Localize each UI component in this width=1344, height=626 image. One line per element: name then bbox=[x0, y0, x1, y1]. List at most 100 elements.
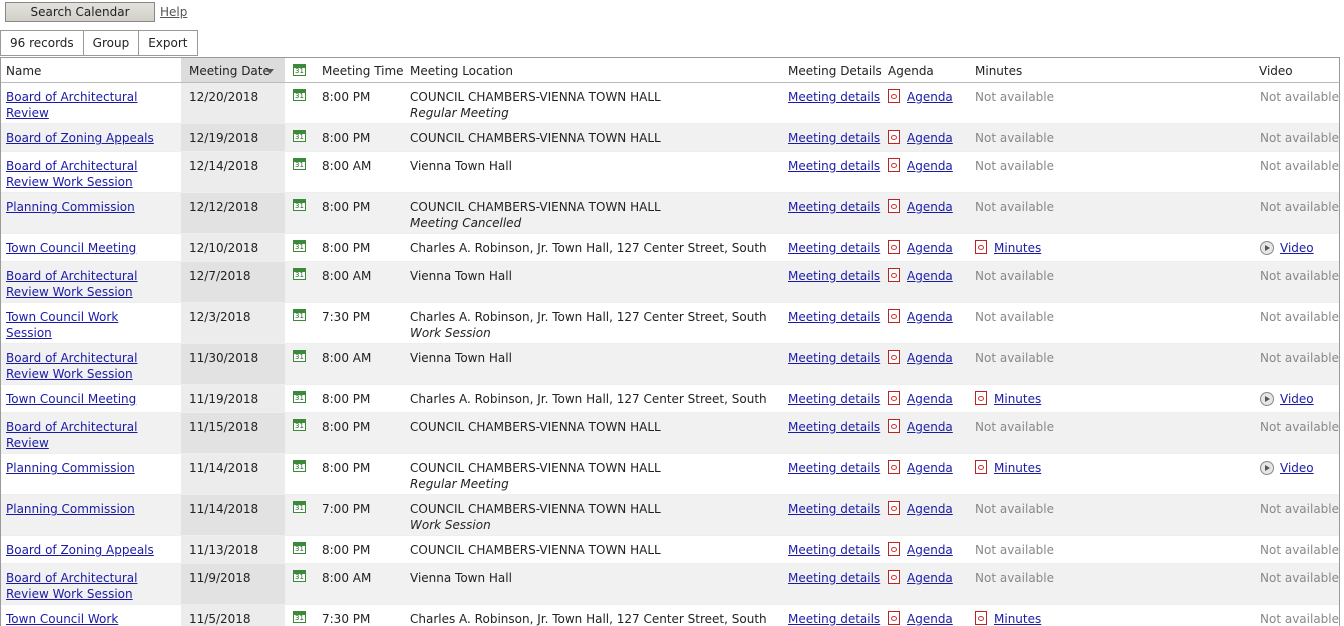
meeting-name-link[interactable]: Town Council Meeting bbox=[6, 241, 136, 255]
agenda-link[interactable]: Agenda bbox=[907, 89, 953, 105]
agenda-link[interactable]: Agenda bbox=[907, 199, 953, 215]
meeting-name-link[interactable]: Board of Zoning Appeals bbox=[6, 131, 154, 145]
meeting-details-link[interactable]: Meeting details bbox=[788, 200, 880, 214]
pdf-icon[interactable] bbox=[888, 419, 900, 433]
meeting-details-link[interactable]: Meeting details bbox=[788, 159, 880, 173]
meeting-name-link[interactable]: Planning Commission bbox=[6, 502, 135, 516]
meeting-name-link[interactable]: Town Council Work Session bbox=[6, 612, 118, 626]
calendar-icon[interactable] bbox=[293, 570, 306, 582]
play-video-icon[interactable] bbox=[1260, 241, 1274, 255]
column-header-time[interactable]: Meeting Time bbox=[322, 64, 404, 78]
pdf-icon[interactable] bbox=[888, 501, 900, 515]
play-video-icon[interactable] bbox=[1260, 461, 1274, 475]
calendar-icon[interactable] bbox=[293, 542, 306, 554]
agenda-link[interactable]: Agenda bbox=[907, 611, 953, 626]
meeting-name-link[interactable]: Board of Architectural Review bbox=[6, 420, 138, 450]
calendar-icon[interactable] bbox=[293, 158, 306, 170]
meeting-name-link[interactable]: Board of Architectural Review Work Sessi… bbox=[6, 269, 138, 299]
meeting-name-link[interactable]: Board of Architectural Review Work Sessi… bbox=[6, 159, 138, 189]
minutes-link[interactable]: Minutes bbox=[994, 460, 1041, 476]
calendar-icon[interactable] bbox=[293, 391, 306, 403]
column-header-agenda[interactable]: Agenda bbox=[888, 64, 934, 78]
meeting-details-link[interactable]: Meeting details bbox=[788, 90, 880, 104]
pdf-icon[interactable] bbox=[888, 391, 900, 405]
pdf-icon[interactable] bbox=[888, 240, 900, 254]
meeting-details-link[interactable]: Meeting details bbox=[788, 502, 880, 516]
export-button[interactable]: Export bbox=[138, 30, 198, 56]
minutes-link[interactable]: Minutes bbox=[994, 611, 1041, 626]
meeting-name-link[interactable]: Board of Architectural Review bbox=[6, 90, 138, 120]
pdf-icon[interactable] bbox=[888, 268, 900, 282]
group-button[interactable]: Group bbox=[82, 30, 139, 56]
meeting-details-link[interactable]: Meeting details bbox=[788, 420, 880, 434]
calendar-icon[interactable] bbox=[293, 501, 306, 513]
calendar-icon[interactable] bbox=[293, 130, 306, 142]
agenda-link[interactable]: Agenda bbox=[907, 460, 953, 476]
pdf-icon[interactable] bbox=[888, 158, 900, 172]
video-link[interactable]: Video bbox=[1280, 460, 1314, 476]
video-link[interactable]: Video bbox=[1280, 240, 1314, 256]
meeting-details-link[interactable]: Meeting details bbox=[788, 241, 880, 255]
pdf-icon[interactable] bbox=[888, 542, 900, 556]
calendar-icon[interactable] bbox=[293, 611, 306, 623]
pdf-icon[interactable] bbox=[888, 570, 900, 584]
meeting-details-link[interactable]: Meeting details bbox=[788, 269, 880, 283]
calendar-icon[interactable] bbox=[293, 419, 306, 431]
column-header-minutes[interactable]: Minutes bbox=[975, 64, 1022, 78]
agenda-link[interactable]: Agenda bbox=[907, 240, 953, 256]
meeting-name-link[interactable]: Board of Architectural Review Work Sessi… bbox=[6, 351, 138, 381]
calendar-icon[interactable] bbox=[293, 460, 306, 472]
calendar-icon[interactable] bbox=[293, 268, 306, 280]
agenda-link[interactable]: Agenda bbox=[907, 309, 953, 325]
pdf-icon[interactable] bbox=[975, 391, 987, 405]
calendar-icon[interactable] bbox=[293, 240, 306, 252]
sort-descending-icon[interactable] bbox=[266, 69, 274, 74]
column-header-date[interactable]: Meeting Date bbox=[189, 64, 270, 78]
meeting-name-link[interactable]: Planning Commission bbox=[6, 461, 135, 475]
column-header-name[interactable]: Name bbox=[6, 64, 41, 78]
meeting-details-link[interactable]: Meeting details bbox=[788, 392, 880, 406]
pdf-icon[interactable] bbox=[888, 460, 900, 474]
video-link[interactable]: Video bbox=[1280, 391, 1314, 407]
column-header-location[interactable]: Meeting Location bbox=[410, 64, 513, 78]
agenda-link[interactable]: Agenda bbox=[907, 501, 953, 517]
calendar-icon[interactable] bbox=[293, 199, 306, 211]
pdf-icon[interactable] bbox=[888, 611, 900, 625]
agenda-link[interactable]: Agenda bbox=[907, 158, 953, 174]
agenda-link[interactable]: Agenda bbox=[907, 570, 953, 586]
calendar-icon[interactable] bbox=[293, 350, 306, 362]
calendar-icon[interactable] bbox=[293, 89, 306, 101]
meeting-details-link[interactable]: Meeting details bbox=[788, 571, 880, 585]
search-calendar-button[interactable]: Search Calendar bbox=[5, 1, 155, 22]
agenda-link[interactable]: Agenda bbox=[907, 419, 953, 435]
calendar-icon[interactable] bbox=[293, 64, 306, 76]
meeting-name-link[interactable]: Planning Commission bbox=[6, 200, 135, 214]
meeting-name-link[interactable]: Town Council Meeting bbox=[6, 392, 136, 406]
minutes-link[interactable]: Minutes bbox=[994, 240, 1041, 256]
meeting-details-link[interactable]: Meeting details bbox=[788, 461, 880, 475]
play-video-icon[interactable] bbox=[1260, 392, 1274, 406]
pdf-icon[interactable] bbox=[975, 460, 987, 474]
meeting-details-link[interactable]: Meeting details bbox=[788, 310, 880, 324]
meeting-name-link[interactable]: Board of Architectural Review Work Sessi… bbox=[6, 571, 138, 601]
meeting-details-link[interactable]: Meeting details bbox=[788, 543, 880, 557]
pdf-icon[interactable] bbox=[888, 199, 900, 213]
pdf-icon[interactable] bbox=[888, 89, 900, 103]
pdf-icon[interactable] bbox=[888, 350, 900, 364]
pdf-icon[interactable] bbox=[975, 240, 987, 254]
column-header-video[interactable]: Video bbox=[1259, 64, 1293, 78]
meeting-details-link[interactable]: Meeting details bbox=[788, 351, 880, 365]
meeting-details-link[interactable]: Meeting details bbox=[788, 612, 880, 626]
agenda-link[interactable]: Agenda bbox=[907, 542, 953, 558]
agenda-link[interactable]: Agenda bbox=[907, 130, 953, 146]
help-link[interactable]: Help bbox=[160, 5, 187, 19]
minutes-link[interactable]: Minutes bbox=[994, 391, 1041, 407]
agenda-link[interactable]: Agenda bbox=[907, 391, 953, 407]
agenda-link[interactable]: Agenda bbox=[907, 350, 953, 366]
meeting-name-link[interactable]: Town Council Work Session bbox=[6, 310, 118, 340]
column-header-details[interactable]: Meeting Details bbox=[788, 64, 882, 78]
pdf-icon[interactable] bbox=[888, 130, 900, 144]
pdf-icon[interactable] bbox=[888, 309, 900, 323]
calendar-icon[interactable] bbox=[293, 309, 306, 321]
meeting-details-link[interactable]: Meeting details bbox=[788, 131, 880, 145]
